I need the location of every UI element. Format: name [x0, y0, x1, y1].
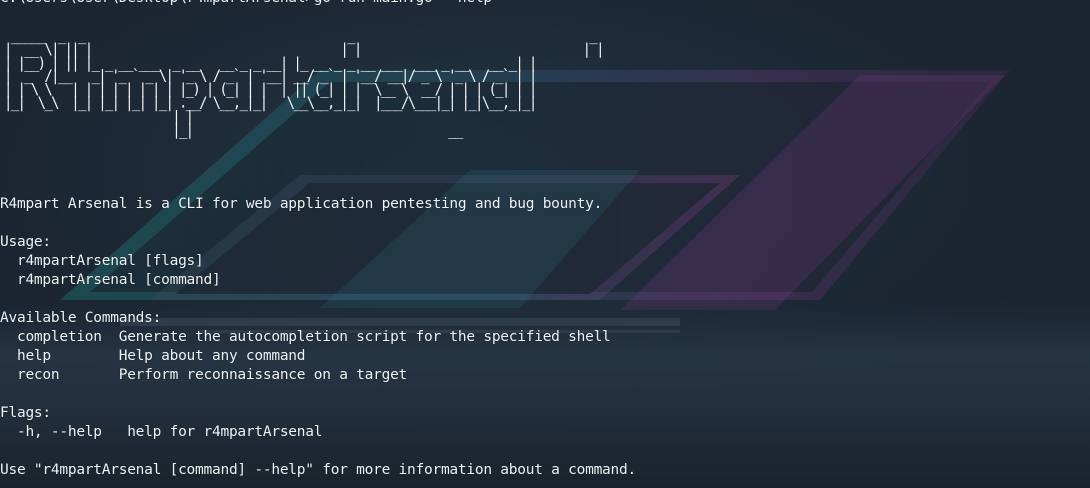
- usage-heading: Usage:: [0, 234, 51, 250]
- footer-help-hint: Use "r4mpartArsenal [command] --help" fo…: [0, 462, 636, 478]
- usage-flags-line: r4mpartArsenal [flags]: [0, 253, 204, 269]
- usage-command-line: r4mpartArsenal [command]: [0, 272, 221, 288]
- terminal-window[interactable]: C:\Users\User\Desktop\r4mpartArsenal>go …: [0, 0, 1090, 488]
- command-help: help Help about any command: [0, 348, 306, 364]
- command-completion: completion Generate the autocompletion s…: [0, 329, 611, 345]
- flags-heading: Flags:: [0, 405, 51, 421]
- command-recon: recon Perform reconnaissance on a target: [0, 367, 408, 383]
- flag-help: -h, --help help for r4mpartArsenal: [0, 424, 323, 440]
- ascii-banner-logo: _____ _ _ _ _ | __ \| || | | | | | | |__…: [4, 27, 605, 139]
- command-prompt-line: C:\Users\User\Desktop\r4mpartArsenal>go …: [0, 0, 492, 8]
- description-text: R4mpart Arsenal is a CLI for web applica…: [0, 196, 603, 212]
- available-commands-heading: Available Commands:: [0, 310, 162, 326]
